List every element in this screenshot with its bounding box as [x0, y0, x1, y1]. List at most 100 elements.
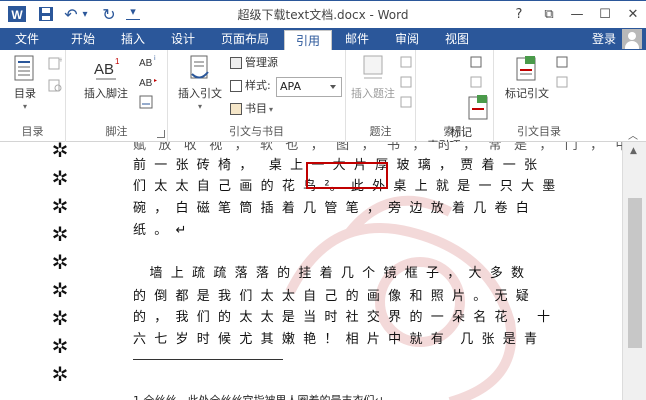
document-line: 的 ， 我 们 的 太 太 是 当 时 社 交 界 的 一 朵 名 花 ， 十	[133, 310, 551, 325]
group-label-captions: 题注	[369, 125, 392, 138]
show-notes-icon[interactable]	[138, 94, 154, 112]
document-line: 纸 。 ↵	[133, 223, 187, 238]
mark-citation-button[interactable]: 标记引文	[500, 54, 554, 100]
word-logo-icon[interactable]: W	[6, 6, 28, 24]
ribbon-display-options-icon[interactable]: ⧉	[534, 1, 564, 29]
next-footnote-icon[interactable]: AB ▸	[138, 74, 160, 92]
add-text-icon[interactable]: +	[48, 56, 64, 74]
svg-text:AB: AB	[139, 78, 153, 89]
bibliography-dropdown-icon: ▾	[269, 105, 274, 114]
border-flower-icon: ✲	[51, 306, 69, 330]
tab-home[interactable]: 开始	[60, 28, 106, 50]
insert-citation-dropdown-icon: ▾	[197, 102, 202, 111]
update-toa-icon[interactable]	[556, 76, 568, 94]
border-flower-icon: ✲	[51, 250, 69, 274]
group-label-footnotes: 脚注	[105, 125, 128, 138]
close-button[interactable]: ✕	[618, 1, 646, 29]
document-page[interactable]: ✲ ✲ ✲ ✲ ✲ ✲ ✲ ✲ ✲ 赋 放 收 视 ， 软 也 ， 图 ， 书 …	[0, 142, 622, 400]
collapse-ribbon-icon[interactable]: ︿	[628, 127, 640, 142]
tab-references[interactable]: 引用	[284, 30, 332, 50]
vertical-scrollbar[interactable]: ▲	[622, 142, 646, 400]
citation-style-select[interactable]: APA	[276, 77, 342, 97]
toc-dropdown-icon: ▾	[22, 102, 27, 111]
footnote-reference-highlight	[306, 162, 388, 189]
document-line: 的 倒 都 是 我 们 太 太 自 己 的 画 像 和 照 片 。 无 疑	[133, 289, 529, 304]
login-link[interactable]: 登录	[592, 28, 616, 50]
insert-footnote-label: 插入脚注	[84, 87, 128, 100]
manage-sources-icon	[230, 57, 242, 69]
svg-text:▸: ▸	[154, 77, 157, 84]
svg-text:i: i	[154, 55, 156, 62]
footnote-dialog-launcher-icon[interactable]	[157, 130, 165, 138]
scroll-up-icon[interactable]: ▲	[630, 146, 637, 156]
help-button[interactable]: ?	[504, 1, 534, 29]
tab-insert[interactable]: 插入	[110, 28, 156, 50]
document-line: 碗 ， 白 磁 笔 筒 插 着 几 管 笔 ， 旁 边 放 着 几 卷 白	[133, 201, 529, 216]
insert-index-icon[interactable]	[470, 56, 482, 74]
insert-citation-label: 插入引文	[178, 87, 222, 100]
group-label-toa: 引文目录	[517, 125, 561, 138]
cross-reference-icon[interactable]	[400, 96, 412, 114]
toc-icon	[11, 54, 39, 84]
border-flower-icon: ✲	[51, 278, 69, 302]
undo-dropdown-icon[interactable]: ▾	[80, 6, 90, 24]
group-label-toc: 目录	[21, 125, 44, 138]
svg-text:AB: AB	[139, 58, 153, 69]
footnote-icon: AB 1	[92, 54, 120, 84]
insert-footnote-button[interactable]: AB 1 插入脚注	[80, 54, 132, 100]
style-button: 样式:	[230, 77, 271, 95]
redo-icon[interactable]: ↻	[100, 6, 118, 24]
style-icon	[230, 80, 242, 92]
document-area: ✲ ✲ ✲ ✲ ✲ ✲ ✲ ✲ ✲ 赋 放 收 视 ， 软 也 ， 图 ， 书 …	[0, 142, 646, 400]
toc-button-label: 目录	[14, 87, 36, 100]
insert-caption-button[interactable]: 插入题注	[348, 54, 398, 100]
tab-page-layout[interactable]: 页面布局	[212, 28, 278, 50]
ribbon-tab-bar: 文件 开始 插入 设计 页面布局 引用 邮件 审阅 视图 登录	[0, 28, 646, 50]
footnote-text: 1 全丝丝，此处全丝丝宫指被男人圈着的最丰衣们↵	[133, 392, 384, 400]
scroll-thumb[interactable]	[628, 198, 642, 348]
update-figures-icon[interactable]	[400, 76, 412, 94]
title-bar: W ↶ ▾ ↻ ▾ 超级下载text文档.docx - Word ? ⧉ — ☐…	[0, 0, 646, 28]
border-flower-icon: ✲	[51, 222, 69, 246]
tab-review[interactable]: 审阅	[384, 28, 430, 50]
tab-file[interactable]: 文件	[0, 28, 54, 50]
maximize-button[interactable]: ☐	[590, 1, 620, 29]
insert-caption-label: 插入题注	[351, 87, 395, 100]
insert-endnote-icon[interactable]: AB i	[138, 54, 160, 72]
bibliography-icon	[230, 103, 242, 115]
insert-citation-button[interactable]: 插入引文 ▾	[174, 54, 226, 113]
minimize-button[interactable]: —	[562, 1, 592, 29]
style-label: 样式:	[245, 79, 271, 92]
border-flower-icon: ✲	[51, 166, 69, 190]
manage-sources-button[interactable]: 管理源	[230, 54, 278, 72]
group-index: 标记 索引项 索引	[416, 50, 494, 152]
word-window: W ↶ ▾ ↻ ▾ 超级下载text文档.docx - Word ? ⧉ — ☐…	[0, 0, 646, 400]
mark-entry-icon	[430, 80, 488, 120]
save-icon[interactable]	[36, 6, 56, 24]
group-toc: 目录 ▾ + 目录	[0, 50, 66, 142]
undo-icon[interactable]: ↶	[62, 6, 80, 24]
ribbon: 目录 ▾ + 目录 AB 1 插入脚注 AB i AB ▸ 脚注 插入引文 ▾ …	[0, 50, 646, 152]
toc-button[interactable]: 目录 ▾	[4, 54, 46, 113]
caption-icon	[359, 54, 387, 84]
update-table-icon[interactable]	[48, 78, 62, 96]
group-citations: 插入引文 ▾ 管理源 样式: APA 书目 ▾ 引文与书目	[168, 50, 346, 142]
svg-text:W: W	[11, 8, 23, 22]
tab-view[interactable]: 视图	[434, 28, 480, 50]
customize-quick-access-icon[interactable]: ▾	[126, 6, 140, 20]
footnote-separator	[133, 359, 283, 360]
document-line: 六 七 岁 时 候 尤 其 嫩 艳 ！ 相 片 中 就 有 几 张 是 青	[133, 332, 538, 347]
avatar[interactable]	[622, 29, 642, 49]
bibliography-label: 书目	[245, 102, 267, 115]
insert-table-of-figures-icon[interactable]	[400, 56, 412, 74]
border-flower-icon: ✲	[51, 142, 69, 162]
insert-toa-icon[interactable]	[556, 56, 568, 74]
tab-mailings[interactable]: 邮件	[334, 28, 380, 50]
update-index-icon[interactable]	[470, 76, 482, 94]
tab-design[interactable]: 设计	[160, 28, 206, 50]
svg-text:1: 1	[115, 57, 120, 66]
border-flower-icon: ✲	[51, 194, 69, 218]
bibliography-button[interactable]: 书目 ▾	[230, 100, 273, 118]
document-line: 赋 放 收 视 ， 软 也 ， 图 ， 书 ， 时 ， 常 是 ， 门 ， 中	[133, 142, 622, 153]
manage-sources-label: 管理源	[245, 56, 278, 69]
